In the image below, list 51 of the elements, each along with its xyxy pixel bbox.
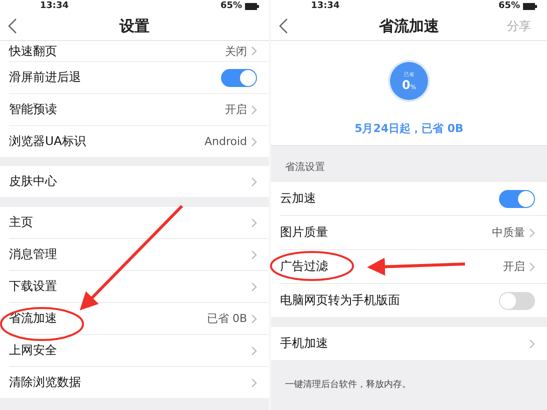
setting-value: 关闭 xyxy=(225,44,247,58)
setting-value: 开启 xyxy=(503,259,525,274)
chevron-icon xyxy=(251,314,257,324)
setting-label[interactable]: 快速翻页 xyxy=(9,42,57,60)
chevron-icon xyxy=(251,218,257,228)
section-title: 省流设置 xyxy=(285,160,325,174)
setting-label[interactable]: 皮肤中心 xyxy=(9,173,57,190)
setting-label[interactable]: 云加速 xyxy=(280,190,316,207)
toggle-switch[interactable] xyxy=(221,68,257,86)
chevron-icon xyxy=(529,262,535,272)
chevron-icon xyxy=(251,250,257,260)
footnote-text: 一键清理后台软件，释放内存。 xyxy=(284,378,412,391)
battery-percent: 65% xyxy=(498,0,520,12)
setting-label[interactable]: 手机加速 xyxy=(280,335,328,352)
back-icon[interactable] xyxy=(8,18,17,34)
setting-label[interactable]: 滑屏前进后退 xyxy=(9,69,81,86)
status-time: 13:34 xyxy=(40,0,69,12)
setting-label[interactable]: 下载设置 xyxy=(9,278,57,295)
chevron-icon xyxy=(529,338,535,348)
back-icon[interactable] xyxy=(279,18,288,34)
setting-label[interactable]: 消息管理 xyxy=(9,246,57,263)
setting-value: 中质量 xyxy=(492,225,525,240)
setting-value: 已省 0B xyxy=(206,311,247,326)
setting-label[interactable]: 浏览器UA标识 xyxy=(9,133,86,150)
setting-label[interactable]: 图片质量 xyxy=(280,224,328,241)
toggle-switch[interactable] xyxy=(499,190,535,208)
toggle-switch[interactable] xyxy=(499,292,535,310)
chevron-icon xyxy=(251,136,257,146)
setting-label[interactable]: 智能预读 xyxy=(9,101,57,118)
battery-percent: 65% xyxy=(220,0,242,12)
chevron-icon xyxy=(251,282,257,292)
setting-label[interactable]: 电脑网页转为手机版面 xyxy=(280,292,400,309)
setting-value: Android xyxy=(204,135,247,148)
battery-icon xyxy=(523,2,537,10)
chevron-icon xyxy=(251,176,257,186)
setting-label[interactable]: 上网安全 xyxy=(9,342,57,359)
chevron-icon xyxy=(251,46,257,56)
savings-summary: 5月24日起，已省 0B xyxy=(354,121,464,136)
setting-label[interactable]: 主页 xyxy=(9,214,33,231)
setting-value: 开启 xyxy=(225,102,247,117)
battery-icon xyxy=(245,2,259,10)
chevron-icon xyxy=(251,104,257,114)
setting-label[interactable]: 广告过滤 xyxy=(280,258,328,275)
setting-label[interactable]: 清除浏览数据 xyxy=(9,374,81,391)
chevron-icon xyxy=(251,378,257,388)
chevron-icon xyxy=(529,228,535,238)
status-time: 13:34 xyxy=(311,0,340,12)
setting-label[interactable]: 省流加速 xyxy=(9,310,57,327)
chevron-icon xyxy=(251,346,257,356)
page-title: 省流加速 xyxy=(378,16,440,36)
page-title: 设置 xyxy=(118,16,150,36)
